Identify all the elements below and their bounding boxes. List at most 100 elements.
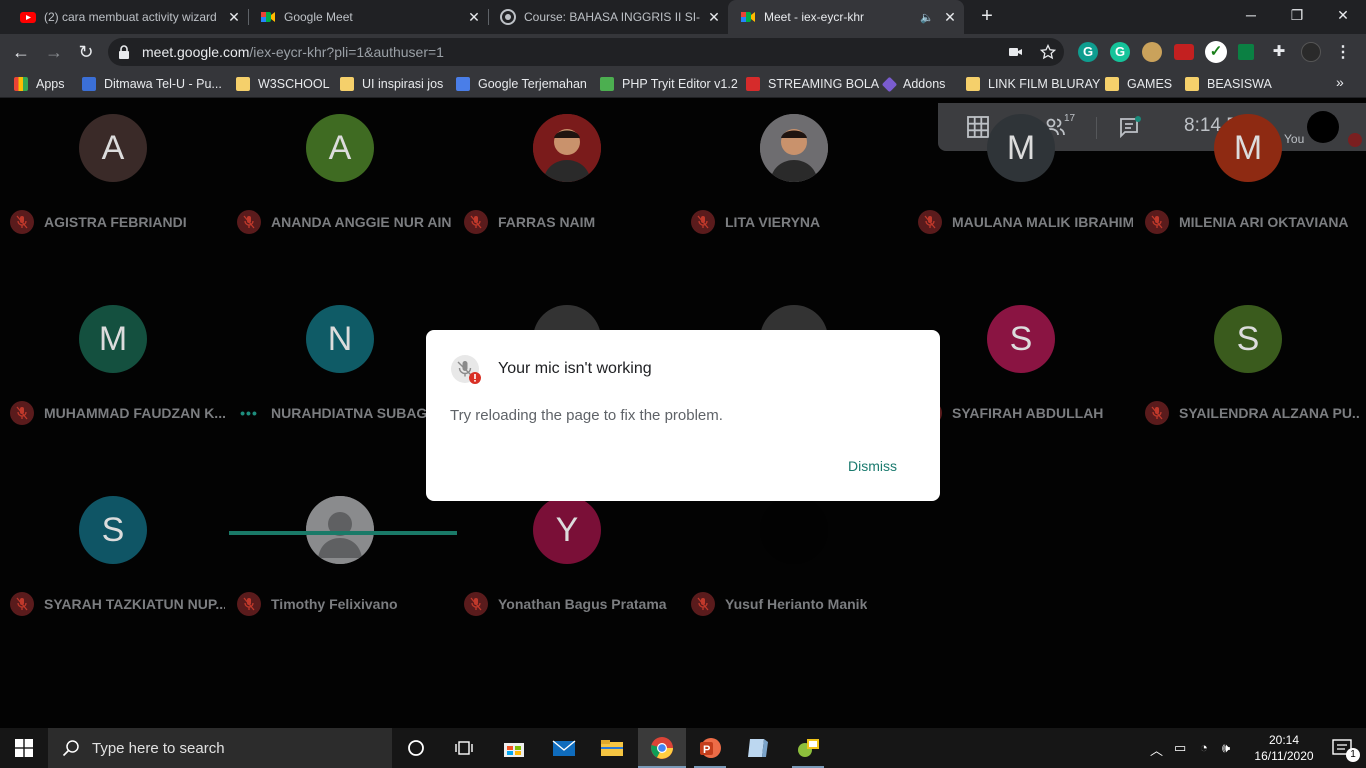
system-clock[interactable]: 20:14 16/11/2020 bbox=[1246, 732, 1322, 764]
participant-avatar: S bbox=[987, 305, 1055, 373]
participant-name: SYARAH TAZKIATUN NUP... bbox=[44, 596, 225, 612]
participant-tile[interactable]: S SYARAH TAZKIATUN NUP... bbox=[0, 480, 227, 671]
grammarly-icon[interactable]: G bbox=[1110, 42, 1130, 62]
tray-overflow-icon[interactable]: ︿ bbox=[1150, 740, 1163, 759]
bookmark-apps[interactable]: Apps bbox=[14, 76, 65, 92]
close-window-button[interactable]: ✕ bbox=[1320, 0, 1366, 30]
participant-tile[interactable]: LITA VIERYNA bbox=[681, 98, 908, 289]
participant-tile[interactable]: M MILENIA ARI OKTAVIANA bbox=[1135, 98, 1362, 289]
youtube-icon bbox=[20, 12, 36, 23]
participant-tile[interactable]: N ••• NURAHDIATNA SUBAGYA bbox=[227, 289, 454, 480]
windows-start-icon[interactable] bbox=[0, 728, 48, 768]
powerpoint-icon[interactable]: P bbox=[688, 728, 732, 768]
camera-icon[interactable] bbox=[1008, 44, 1024, 60]
bookmark-item[interactable]: Ditmawa Tel-U - Pu... bbox=[82, 76, 222, 92]
participant-tile[interactable]: M MUHAMMAD FAUDZAN K... bbox=[0, 289, 227, 480]
profile-avatar[interactable] bbox=[1301, 42, 1321, 62]
task-view-icon[interactable] bbox=[444, 728, 484, 768]
participant-tile[interactable]: FARRAS NAIM bbox=[454, 98, 681, 289]
mic-off-icon bbox=[464, 210, 488, 234]
action-center-icon[interactable]: 1 bbox=[1322, 728, 1362, 768]
menu-dots-icon[interactable]: ⋮ bbox=[1333, 42, 1353, 62]
participant-name: LITA VIERYNA bbox=[725, 214, 821, 230]
participant-name: MUHAMMAD FAUDZAN K... bbox=[44, 405, 225, 421]
app-icon[interactable] bbox=[736, 728, 780, 768]
participant-avatar bbox=[760, 114, 828, 182]
grammarly-icon[interactable]: G bbox=[1078, 42, 1098, 62]
app-icon[interactable] bbox=[786, 728, 830, 768]
participant-tile[interactable]: S SYAFIRAH ABDULLAH bbox=[908, 289, 1135, 480]
bookmark-folder[interactable]: UI inspirasi jos bbox=[340, 76, 443, 92]
participant-tile[interactable]: Y Yonathan Bagus Pratama bbox=[454, 480, 681, 671]
reload-icon[interactable]: ↻ bbox=[74, 40, 98, 64]
bookmark-folder[interactable]: GAMES bbox=[1105, 76, 1172, 92]
sheets-extension-icon[interactable] bbox=[1238, 44, 1254, 60]
store-icon[interactable] bbox=[492, 728, 536, 768]
tab-course[interactable]: Course: BAHASA INGGRIS II SI-4 ✕ bbox=[488, 0, 728, 34]
participant-name: Yusuf Herianto Manik bbox=[725, 596, 868, 612]
chrome-taskbar-icon[interactable] bbox=[638, 728, 686, 768]
bookmark-folder[interactable]: W3SCHOOL bbox=[236, 76, 330, 92]
address-bar[interactable]: meet.google.com/iex-eycr-khr?pli=1&authu… bbox=[108, 38, 1064, 66]
default-person-icon bbox=[306, 496, 374, 564]
profile-photo-icon bbox=[760, 114, 828, 182]
participant-tile[interactable]: S SYAILENDRA ALZANA PU... bbox=[1135, 289, 1362, 480]
tab-title: Meet - iex-eycr-khr bbox=[764, 10, 865, 24]
participant-tile[interactable]: Timothy Felixivano bbox=[227, 480, 454, 671]
file-explorer-icon[interactable] bbox=[590, 728, 634, 768]
bookmark-star-icon[interactable] bbox=[1040, 44, 1056, 60]
bookmark-item[interactable]: PHP Tryit Editor v1.2 bbox=[600, 76, 738, 92]
volume-icon[interactable]: 🕪 bbox=[1222, 740, 1230, 756]
bookmark-item[interactable]: STREAMING BOLA bbox=[746, 76, 879, 92]
participant-name-row: SYAFIRAH ABDULLAH bbox=[918, 401, 1133, 425]
close-tab-icon[interactable]: ✕ bbox=[220, 9, 248, 26]
back-icon[interactable]: ← bbox=[9, 40, 33, 64]
lock-icon[interactable] bbox=[118, 45, 130, 59]
battery-icon[interactable]: ▭ bbox=[1174, 740, 1186, 756]
cortana-icon[interactable] bbox=[396, 728, 436, 768]
new-tab-button[interactable]: + bbox=[976, 5, 998, 28]
bookmark-folder[interactable]: LINK FILM BLURAY bbox=[966, 76, 1100, 92]
minimize-button[interactable]: ─ bbox=[1228, 0, 1274, 30]
dismiss-button[interactable]: Dismiss bbox=[848, 458, 897, 474]
tab-youtube[interactable]: (2) cara membuat activity wizard ✕ bbox=[8, 0, 248, 34]
checkmark-extension-icon[interactable]: ✓ bbox=[1205, 41, 1227, 63]
close-tab-icon[interactable]: ✕ bbox=[936, 9, 964, 26]
tab-meet-active[interactable]: Meet - iex-eycr-khr 🔈 ✕ bbox=[728, 0, 964, 34]
folder-icon bbox=[1185, 77, 1199, 91]
bookmarks-overflow-icon[interactable]: » bbox=[1336, 74, 1344, 90]
extension-icon[interactable] bbox=[1174, 44, 1194, 60]
participant-name: AGISTRA FEBRIANDI bbox=[44, 214, 187, 230]
bookmark-folder[interactable]: BEASISWA bbox=[1185, 76, 1272, 92]
course-site-icon bbox=[500, 9, 516, 25]
close-tab-icon[interactable]: ✕ bbox=[460, 9, 488, 26]
participant-avatar: N bbox=[306, 305, 374, 373]
bookmark-item[interactable]: Google Terjemahan bbox=[456, 76, 587, 92]
speaker-icon[interactable]: 🔈 bbox=[920, 11, 934, 24]
mail-icon[interactable] bbox=[542, 728, 586, 768]
participant-name-row: FARRAS NAIM bbox=[464, 210, 679, 234]
close-tab-icon[interactable]: ✕ bbox=[700, 9, 728, 26]
tab-google-meet[interactable]: Google Meet ✕ bbox=[248, 0, 488, 34]
participant-name: MAULANA MALIK IBRAHIM bbox=[952, 214, 1133, 230]
participant-tile[interactable]: A AGISTRA FEBRIANDI bbox=[0, 98, 227, 289]
url-text[interactable]: meet.google.com/iex-eycr-khr?pli=1&authu… bbox=[142, 44, 444, 60]
extensions-puzzle-icon[interactable]: ✚ bbox=[1269, 42, 1289, 62]
wifi-icon[interactable]: ◔ bbox=[1200, 740, 1208, 755]
participant-name: NURAHDIATNA SUBAGYA bbox=[271, 405, 446, 421]
participant-tile[interactable]: A ANANDA ANGGIE NUR AINI bbox=[227, 98, 454, 289]
participant-tile[interactable]: Yusuf Herianto Manik bbox=[681, 480, 908, 671]
tab-title: (2) cara membuat activity wizard bbox=[44, 10, 217, 24]
participant-tile[interactable]: M MAULANA MALIK IBRAHIM bbox=[908, 98, 1135, 289]
cookie-extension-icon[interactable] bbox=[1142, 42, 1162, 62]
participant-name: Timothy Felixivano bbox=[271, 596, 398, 612]
participant-name: MILENIA ARI OKTAVIANA bbox=[1179, 214, 1349, 230]
forward-icon[interactable]: → bbox=[42, 40, 66, 64]
maximize-button[interactable]: ❐ bbox=[1274, 0, 1320, 30]
mic-off-icon bbox=[237, 592, 261, 616]
participant-avatar: S bbox=[1214, 305, 1282, 373]
bookmark-item[interactable]: Addons bbox=[881, 76, 945, 92]
participant-avatar: Y bbox=[533, 496, 601, 564]
participant-name-row: MAULANA MALIK IBRAHIM bbox=[918, 210, 1133, 234]
taskbar-search[interactable]: Type here to search bbox=[48, 728, 392, 768]
